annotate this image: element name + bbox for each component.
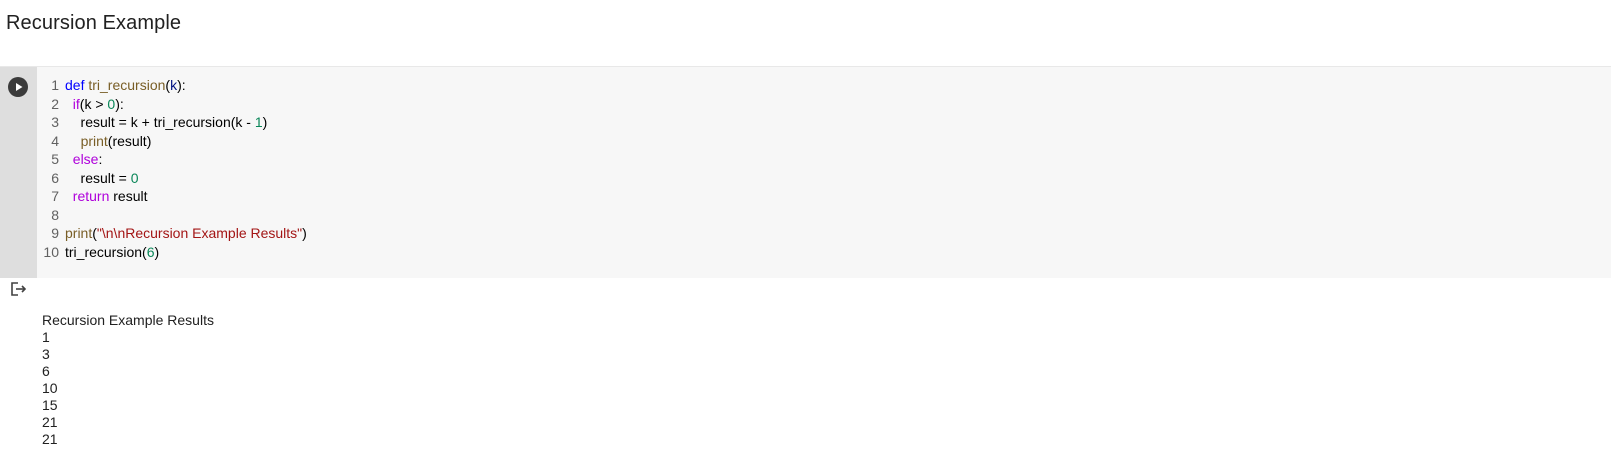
code-token: result	[109, 188, 148, 204]
output-line: 3	[42, 346, 50, 362]
line-number: 9	[51, 225, 59, 241]
code-line[interactable]: 5 else:	[37, 150, 102, 169]
code-token: print	[65, 225, 93, 241]
code-line[interactable]: 8	[37, 206, 65, 225]
code-cell[interactable]: 1 def tri_recursion(k): 2 if(k > 0): 3 resu…	[0, 66, 1611, 278]
code-token: if	[72, 95, 80, 112]
code-token: def	[65, 77, 85, 93]
code-token: ):	[177, 77, 186, 93]
code-line[interactable]: 3 result = k + tri_recursion(k - 1)	[37, 113, 267, 132]
code-token: (result)	[107, 132, 152, 149]
code-token: "\n\nRecursion Example Results"	[96, 225, 303, 241]
code-line[interactable]: 6 result = 0	[37, 169, 139, 188]
code-line[interactable]: 4 print(result)	[37, 132, 151, 151]
code-token: :	[98, 151, 103, 167]
line-number: 5	[51, 151, 59, 167]
output-line: Recursion Example Results	[42, 312, 214, 328]
code-token: )	[154, 243, 160, 260]
line-number: 4	[51, 132, 59, 149]
line-number: 7	[51, 188, 59, 204]
code-token: (k >	[79, 95, 108, 112]
code-token: ):	[115, 95, 124, 112]
code-token: 6	[146, 243, 155, 260]
code-line[interactable]: 2 if(k > 0):	[37, 95, 124, 114]
code-line[interactable]: 9 print("\n\nRecursion Example Results")	[37, 224, 307, 243]
output-line: 21	[42, 431, 58, 447]
code-line[interactable]: 7 return result	[37, 187, 147, 206]
line-number: 8	[51, 206, 59, 223]
code-token: result =	[65, 169, 131, 186]
notebook-heading: Recursion Example	[6, 12, 182, 34]
output-line: 1	[42, 329, 50, 345]
code-token: tri_recursion	[88, 77, 166, 93]
output-line: 15	[42, 397, 58, 413]
line-number: 10	[43, 243, 59, 260]
play-circle-icon	[16, 83, 23, 91]
code-token: k	[170, 77, 178, 93]
code-token: return	[72, 188, 110, 204]
code-line[interactable]: 10 tri_recursion(6)	[37, 243, 159, 262]
output-line: 21	[42, 414, 58, 430]
line-number: 3	[51, 114, 59, 130]
line-number: 2	[51, 95, 59, 112]
output-line: 6	[42, 363, 50, 379]
code-token: print	[80, 132, 108, 149]
cell-gutter	[0, 67, 37, 278]
code-token: result = k + tri_recursion(k -	[65, 114, 255, 130]
output-arrow-icon[interactable]	[9, 281, 27, 297]
run-cell-button[interactable]	[8, 77, 28, 97]
code-token: tri_recursion(	[65, 243, 147, 260]
code-token: )	[262, 114, 268, 130]
code-token: )	[302, 225, 307, 241]
code-token: 1	[254, 114, 263, 130]
code-token: else	[72, 151, 99, 167]
code-line[interactable]: 1 def tri_recursion(k):	[37, 76, 186, 95]
line-number: 6	[51, 169, 59, 186]
code-token: 0	[130, 169, 139, 186]
cell-output: Recursion Example Results 1 3 6 10 15 21 21	[42, 312, 214, 448]
code-editor[interactable]: 1 def tri_recursion(k): 2 if(k > 0): 3 resu…	[37, 67, 1611, 278]
line-number: 1	[51, 77, 59, 93]
output-line: 10	[42, 380, 58, 396]
